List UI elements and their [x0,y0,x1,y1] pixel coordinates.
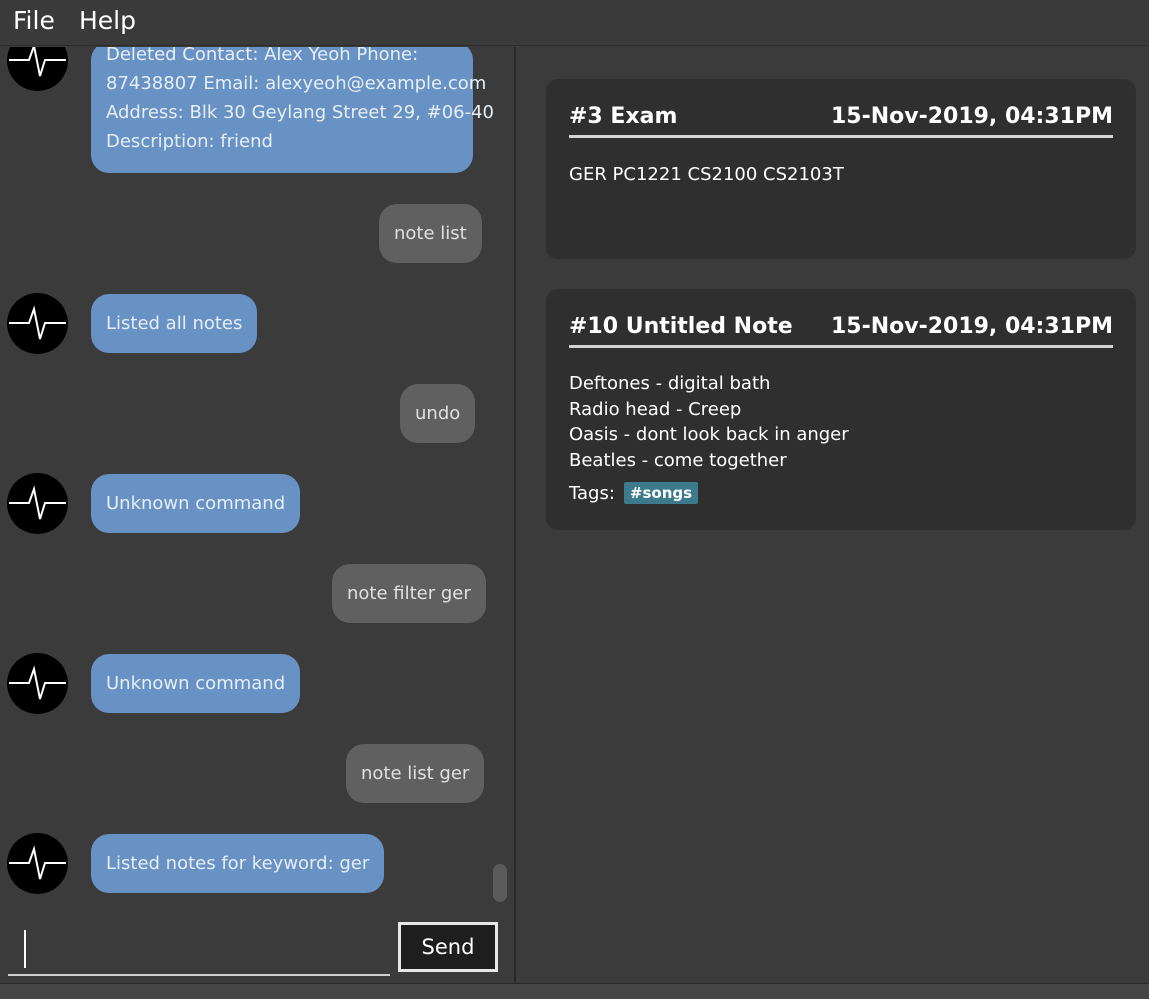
chat-scrollbar-thumb[interactable] [493,864,507,902]
bot-avatar [7,833,68,894]
note-line: Radio head - Creep [569,398,742,420]
note-card[interactable]: #10 Untitled Note 15-Nov-2019, 04:31PM D… [546,289,1136,530]
note-title: #10 Untitled Note [569,314,793,339]
note-body: GER PC1221 CS2100 CS2103T [569,162,1113,188]
note-header: #10 Untitled Note 15-Nov-2019, 04:31PM [569,314,1113,348]
message-line: 87438807 Email: alexyeoh@example.com [106,73,487,94]
menu-file[interactable]: File [13,4,55,38]
note-date: 15-Nov-2019, 04:31PM [830,314,1113,339]
bot-avatar [7,473,68,534]
panel-divider[interactable] [514,47,516,983]
bot-avatar [7,653,68,714]
chat-message-bot: Deleted Contact: Alex Yeoh Phone: 874388… [91,47,494,173]
note-body: Deftones - digital bath Radio head - Cre… [569,371,1113,473]
chat-message-bot: Listed notes for keyword: ger [91,834,385,893]
note-title: #3 Exam [569,104,678,129]
command-input[interactable] [8,922,390,976]
note-card[interactable]: #3 Exam 15-Nov-2019, 04:31PM GER PC1221 … [546,79,1136,259]
tag-chip[interactable]: #songs [623,482,699,504]
chat-message-user: note filter ger [332,564,486,623]
bot-avatar [7,293,68,354]
chat-message-user: undo [400,384,476,443]
tags-row: Tags: #songs [569,479,699,507]
message-line: Address: Blk 30 Geylang Street 29, #06-4… [106,102,495,123]
chat-message-bot: Unknown command [91,474,301,533]
note-line: Beatles - come together [569,449,787,471]
tags-label: Tags: [569,482,615,504]
note-date: 15-Nov-2019, 04:31PM [830,104,1113,129]
message-line: Deleted Contact: Alex Yeoh Phone: [106,47,419,65]
status-bar [0,983,1149,999]
note-line: GER PC1221 CS2100 CS2103T [569,164,844,185]
note-header: #3 Exam 15-Nov-2019, 04:31PM [569,104,1113,138]
chat-message-user: note list ger [346,744,485,803]
chat-message-bot: Unknown command [91,654,301,713]
menu-help[interactable]: Help [79,4,136,38]
note-line: Deftones - digital bath [569,373,771,394]
message-line: Description: friend [106,131,273,152]
note-line: Oasis - dont look back in anger [569,424,849,445]
chat-message-bot: Listed all notes [91,294,258,353]
text-caret [24,930,26,968]
chat-message-user: note list [379,204,482,263]
send-button[interactable]: Send [398,922,498,972]
chat-panel: Deleted Contact: Alex Yeoh Phone: 874388… [0,47,514,983]
bot-avatar [7,47,68,91]
menu-bar: File Help [0,0,1149,46]
